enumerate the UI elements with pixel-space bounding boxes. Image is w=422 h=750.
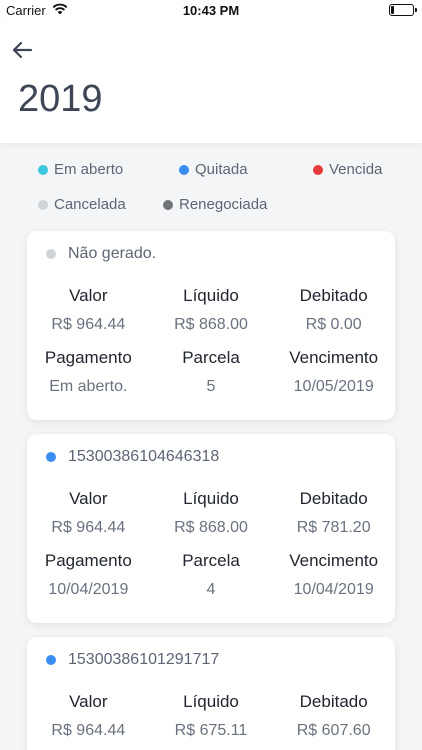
liquido-value: R$ 675.11 [174, 722, 248, 739]
installment-card[interactable]: Não gerado. Valor Líquido Debitado R$ 96… [27, 231, 395, 420]
card-header: 15300386104646318 [46, 448, 219, 466]
parcela-value: 5 [206, 378, 216, 395]
valor-value: R$ 964.44 [51, 722, 126, 739]
card-header: Não gerado. [46, 245, 156, 263]
valor-label: Valor [69, 489, 108, 508]
clock: 10:43 PM [182, 3, 240, 18]
card-details: Valor Líquido Debitado R$ 964.44 R$ 675.… [27, 687, 395, 749]
battery-icon [389, 4, 417, 16]
status-legend: Em aberto Quitada Vencida Cancelada Rene… [0, 158, 422, 218]
liquido-value: R$ 868.00 [174, 519, 248, 536]
arrow-left-icon [12, 41, 33, 59]
card-header: 15300386101291717 [46, 651, 219, 669]
debitado-label: Debitado [299, 286, 368, 305]
page-title: 2019 [18, 78, 103, 120]
vencimento-label: Vencimento [289, 551, 379, 570]
valor-label: Valor [69, 692, 108, 711]
legend-label: Em aberto [54, 161, 124, 178]
legend-item-vencida: Vencida [313, 161, 382, 178]
legend-label: Quitada [195, 161, 248, 178]
legend-dot [179, 164, 189, 175]
card-details: Valor Líquido Debitado R$ 964.44 R$ 868.… [27, 281, 395, 405]
installment-card[interactable]: 15300386104646318 Valor Líquido Debitado… [27, 434, 395, 623]
legend-dot [38, 199, 48, 210]
legend-item-cancelada: Cancelada [38, 196, 126, 213]
debitado-label: Debitado [299, 692, 368, 711]
parcela-label: Parcela [182, 551, 240, 570]
vencimento-value: 10/05/2019 [293, 378, 374, 395]
liquido-label: Líquido [183, 286, 239, 305]
battery-level [391, 6, 395, 14]
pagamento-value: Em aberto. [49, 378, 128, 395]
legend-dot [38, 164, 48, 175]
debitado-value: R$ 781.20 [296, 519, 371, 536]
legend-dot [163, 199, 173, 210]
liquido-value: R$ 868.00 [174, 316, 248, 333]
liquido-label: Líquido [183, 692, 239, 711]
status-dot [46, 249, 56, 259]
valor-label: Valor [69, 286, 108, 305]
status-dot [46, 655, 56, 665]
parcela-label: Parcela [182, 348, 240, 367]
parcela-value: 4 [206, 581, 216, 598]
legend-label: Vencida [329, 161, 383, 178]
legend-item-quitada: Quitada [179, 161, 248, 178]
status-bar: Carrier 10:43 PM [0, 0, 422, 22]
card-id: Não gerado. [68, 245, 157, 262]
legend-label: Cancelada [54, 196, 126, 213]
debitado-value: R$ 607.60 [296, 722, 371, 739]
debitado-value: R$ 0.00 [305, 316, 362, 333]
status-dot [46, 452, 56, 462]
legend-item-em-aberto: Em aberto [38, 161, 123, 178]
valor-value: R$ 964.44 [51, 316, 126, 333]
vencimento-label: Vencimento [289, 348, 379, 367]
card-id: 15300386101291717 [68, 651, 220, 668]
pagamento-label: Pagamento [44, 551, 132, 570]
legend-label: Renegociada [179, 196, 268, 213]
pagamento-value: 10/04/2019 [48, 581, 129, 598]
card-id: 15300386104646318 [68, 448, 220, 465]
debitado-label: Debitado [299, 489, 368, 508]
pagamento-label: Pagamento [44, 348, 132, 367]
installment-card[interactable]: 15300386101291717 Valor Líquido Debitado… [27, 637, 395, 750]
valor-value: R$ 964.44 [51, 519, 126, 536]
legend-item-renegociada: Renegociada [163, 196, 267, 213]
liquido-label: Líquido [183, 489, 239, 508]
card-details: Valor Líquido Debitado R$ 964.44 R$ 868.… [27, 484, 395, 608]
back-button[interactable] [8, 36, 36, 64]
header: 2019 [0, 22, 422, 143]
legend-dot [313, 164, 323, 175]
vencimento-value: 10/04/2019 [293, 581, 374, 598]
